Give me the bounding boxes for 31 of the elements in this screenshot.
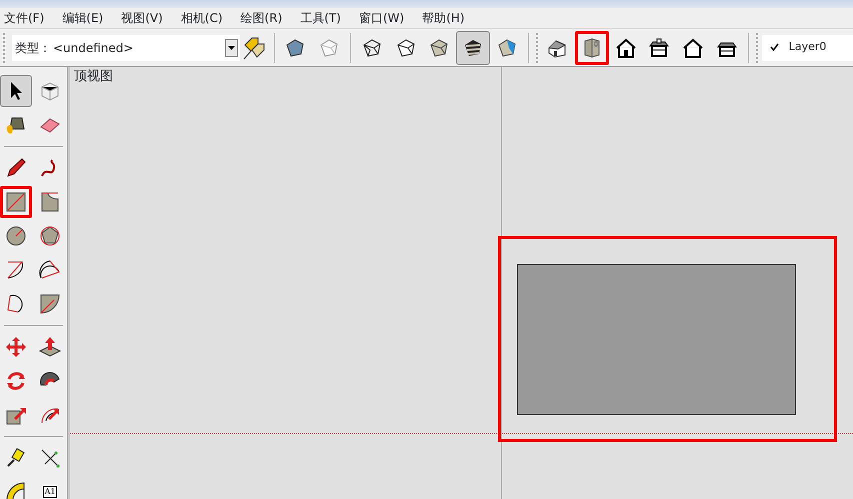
tool-button[interactable] (0, 75, 32, 107)
menu-item[interactable]: 视图(V) (117, 8, 169, 28)
type-label: 类型： (14, 40, 51, 56)
rectangle-icon (4, 190, 28, 214)
polygon-icon (38, 224, 62, 248)
rotate-icon (4, 369, 28, 393)
push-pull-icon (38, 335, 62, 359)
layer-name: Layer0 (788, 39, 826, 56)
view-button[interactable] (575, 30, 609, 64)
tool-button[interactable]: A1 (34, 476, 66, 499)
menu-item[interactable]: 绘图(R) (236, 8, 288, 28)
pie-icon (38, 292, 62, 316)
menu-item[interactable]: 编辑(E) (58, 8, 110, 28)
house-icon (647, 36, 672, 60)
menu-item[interactable]: 帮助(H) (418, 8, 471, 28)
view-label: 顶视图 (74, 68, 113, 86)
type-value: <undefined> (52, 40, 134, 56)
caret-icon (228, 46, 235, 50)
menu-item[interactable]: 工具(T) (296, 8, 347, 28)
move-icon (4, 335, 28, 359)
dropdown-button[interactable] (224, 38, 238, 56)
menu-item[interactable]: 窗口(W) (354, 8, 410, 28)
menu-item[interactable]: 相机(C) (176, 8, 229, 28)
circle-icon (4, 224, 28, 248)
text-tool-label: A1 (42, 486, 58, 498)
layer-field[interactable]: Layer0 (762, 34, 853, 60)
tool-button[interactable] (0, 186, 32, 218)
pencil-icon (4, 156, 28, 180)
type-field[interactable]: 类型： <undefined> (12, 34, 240, 60)
menu-item[interactable]: 文件(F) (0, 8, 50, 28)
style-button[interactable] (456, 30, 490, 64)
